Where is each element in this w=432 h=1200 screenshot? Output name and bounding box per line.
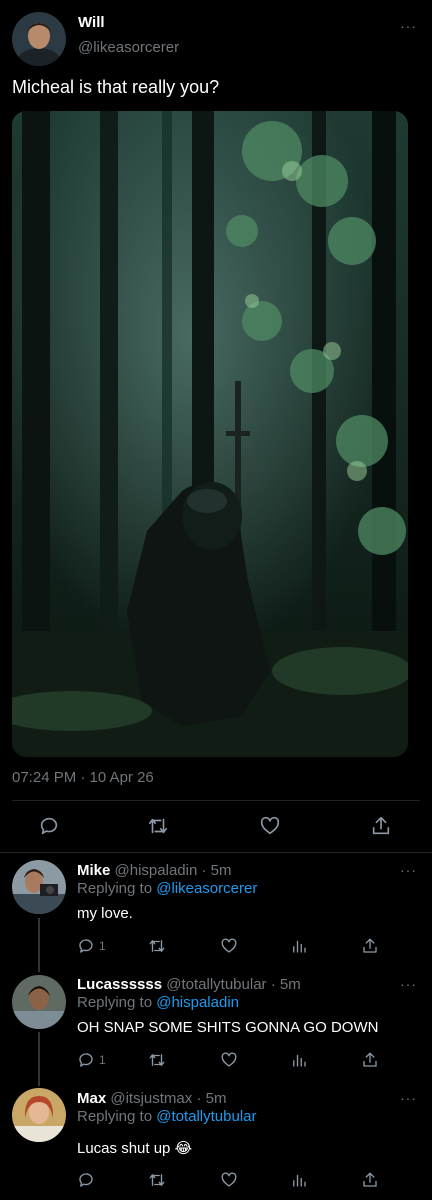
like-button[interactable] (219, 1171, 239, 1189)
share-button[interactable] (370, 815, 392, 837)
retweet-icon (149, 1174, 165, 1186)
share-button[interactable] (361, 1051, 379, 1069)
reply-icon (79, 1173, 93, 1187)
tweet-media[interactable] (12, 111, 408, 757)
reply-count: 1 (99, 939, 106, 953)
divider (12, 800, 420, 801)
reply-header: Mike @hispaladin · 5m (77, 862, 231, 879)
reply-button[interactable]: 1 (77, 937, 106, 955)
reply-button[interactable] (77, 1171, 95, 1189)
views-icon (293, 940, 306, 953)
reply-handle[interactable]: @itsjustmax (110, 1090, 192, 1107)
reply-text: my love. (77, 905, 133, 922)
share-button[interactable] (361, 937, 379, 955)
like-icon (221, 1052, 237, 1067)
replying-to: Replying to @likeasorcerer (77, 880, 257, 897)
reply-name[interactable]: Mike (77, 862, 110, 879)
tweet-timestamp[interactable]: 07:24 PM · 10 Apr 26 (12, 769, 154, 786)
reply-time[interactable]: · 5m (201, 862, 231, 879)
share-icon (372, 816, 390, 835)
like-icon (260, 816, 280, 835)
thread-line (38, 1032, 40, 1086)
avatar[interactable] (12, 975, 66, 1029)
retweet-button[interactable] (147, 1051, 167, 1069)
share-button[interactable] (361, 1171, 379, 1189)
retweet-icon (149, 940, 165, 952)
like-icon (221, 938, 237, 953)
share-icon (363, 1052, 377, 1067)
reply-icon (79, 1053, 93, 1067)
replying-label: Replying to (77, 880, 157, 897)
retweet-icon (149, 1054, 165, 1066)
replying-to-handle[interactable]: @hispaladin (156, 994, 239, 1011)
reply-icon (40, 817, 58, 835)
more-icon[interactable]: ··· (400, 976, 417, 992)
retweet-button[interactable] (147, 1171, 167, 1189)
views-icon (293, 1174, 306, 1187)
like-button[interactable] (258, 815, 282, 837)
thread-line (38, 918, 40, 972)
reply-button[interactable] (38, 815, 60, 837)
reply-name[interactable]: Lucassssss (77, 976, 162, 993)
like-button[interactable] (219, 1051, 239, 1069)
reply-header: Max @itsjustmax · 5m (77, 1090, 226, 1107)
reply-handle[interactable]: @hispaladin (115, 862, 198, 879)
reply-time[interactable]: · 5m (271, 976, 301, 993)
replying-label: Replying to (77, 994, 157, 1011)
reply-text: OH SNAP SOME SHITS GONNA GO DOWN (77, 1019, 379, 1036)
share-icon (363, 938, 377, 953)
reply-text: Lucas shut up 😂 (77, 1140, 193, 1157)
retweet-icon (148, 818, 168, 834)
replying-to: Replying to @totallytubular (77, 1108, 257, 1125)
more-icon[interactable]: ··· (400, 1090, 417, 1106)
reply-count: 1 (99, 1053, 106, 1067)
views-button[interactable] (290, 937, 308, 955)
reply-header: Lucassssss @totallytubular · 5m (77, 976, 301, 993)
share-icon (363, 1172, 377, 1187)
retweet-button[interactable] (147, 937, 167, 955)
reply-icon (79, 939, 93, 953)
reply-button[interactable]: 1 (77, 1051, 106, 1069)
author-name[interactable]: Will (78, 14, 105, 31)
tweet-text: Micheal is that really you? (12, 77, 220, 97)
reply-handle[interactable]: @totallytubular (166, 976, 266, 993)
reply-name[interactable]: Max (77, 1090, 106, 1107)
views-button[interactable] (290, 1051, 308, 1069)
author-handle[interactable]: @likeasorcerer (78, 39, 179, 56)
replying-label: Replying to (77, 1108, 157, 1125)
replying-to-handle[interactable]: @likeasorcerer (156, 880, 257, 897)
avatar[interactable] (12, 860, 66, 914)
retweet-button[interactable] (146, 815, 170, 837)
views-button[interactable] (290, 1171, 308, 1189)
replying-to: Replying to @hispaladin (77, 994, 239, 1011)
avatar[interactable] (12, 12, 66, 66)
like-icon (221, 1172, 237, 1187)
more-icon[interactable]: ··· (400, 862, 417, 878)
divider (0, 852, 432, 853)
views-icon (293, 1054, 306, 1067)
like-button[interactable] (219, 937, 239, 955)
replying-to-handle[interactable]: @totallytubular (156, 1108, 256, 1125)
reply-time[interactable]: · 5m (196, 1090, 226, 1107)
more-icon[interactable]: ··· (400, 18, 417, 34)
avatar[interactable] (12, 1088, 66, 1142)
